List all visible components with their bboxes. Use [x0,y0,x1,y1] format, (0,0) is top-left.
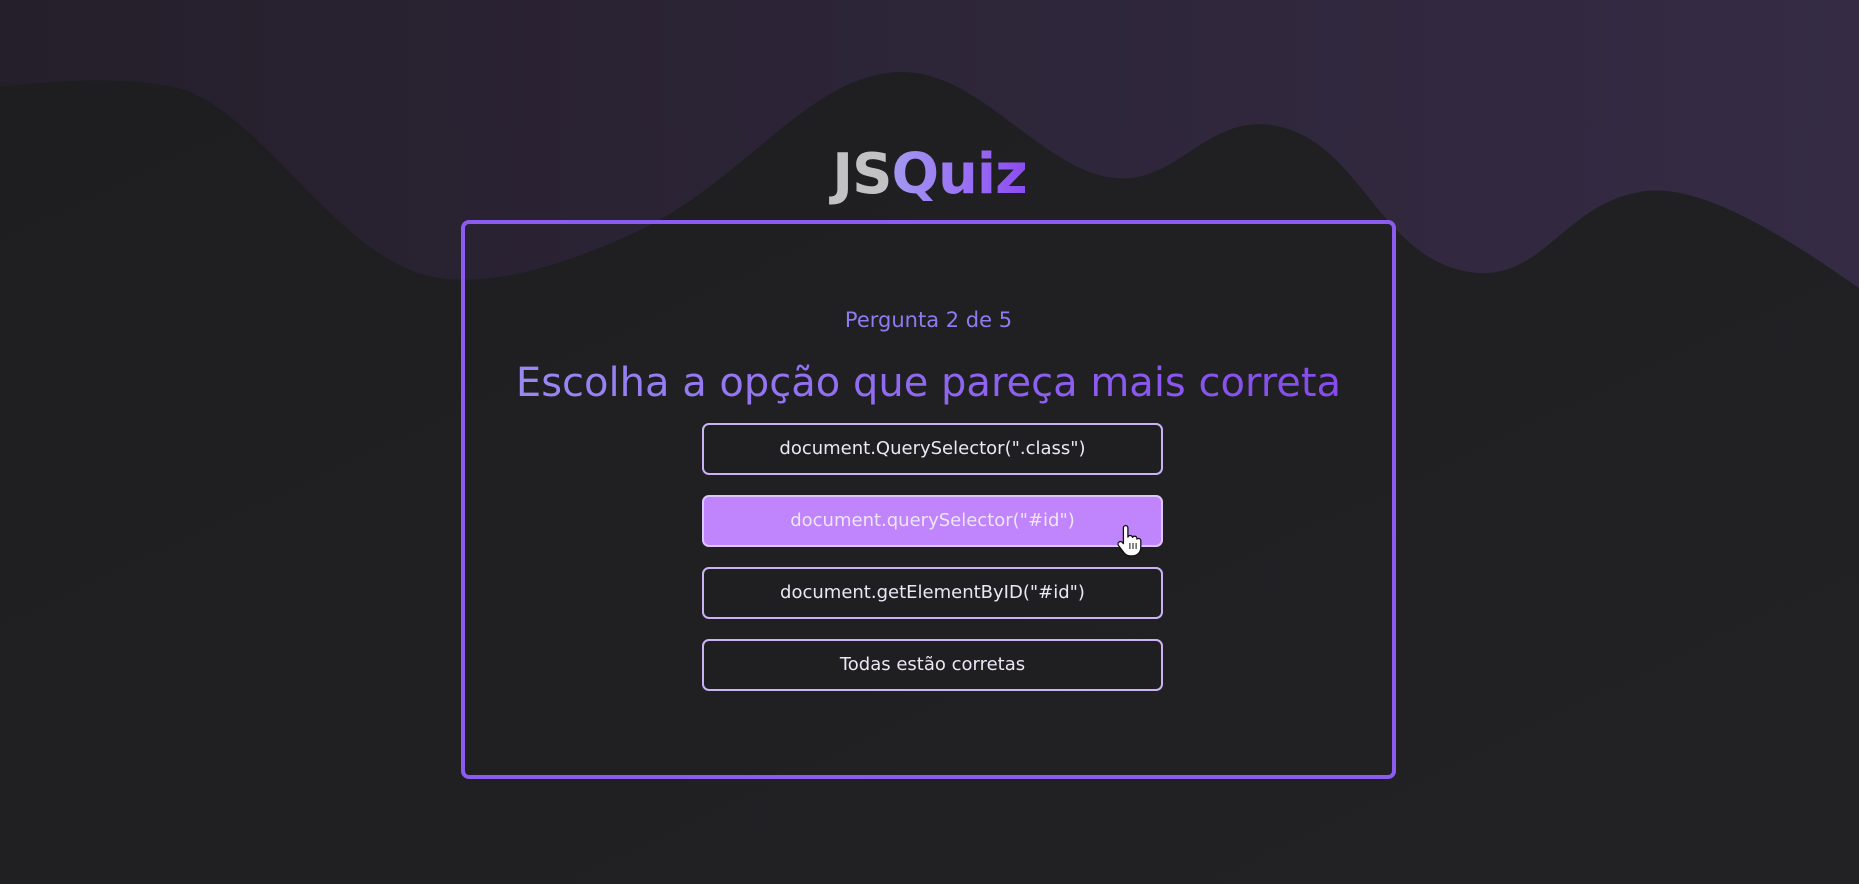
app-logo: JSQuiz [0,140,1859,210]
question-title: Escolha a opção que pareça mais correta [465,358,1392,408]
logo-quiz-text: Quiz [891,142,1027,207]
answer-option-2[interactable]: document.querySelector("#id") [702,495,1163,547]
hand-pointer-icon [1117,524,1142,557]
question-counter: Pergunta 2 de 5 [844,308,1013,332]
answer-option-3[interactable]: document.getElementByID("#id") [702,567,1163,619]
answer-option-1[interactable]: document.QuerySelector(".class") [702,423,1163,475]
answer-option-4[interactable]: Todas estão corretas [702,639,1163,691]
quiz-card: Pergunta 2 de 5 Escolha a opção que pare… [461,220,1396,779]
logo-js-text: JS [832,142,892,207]
